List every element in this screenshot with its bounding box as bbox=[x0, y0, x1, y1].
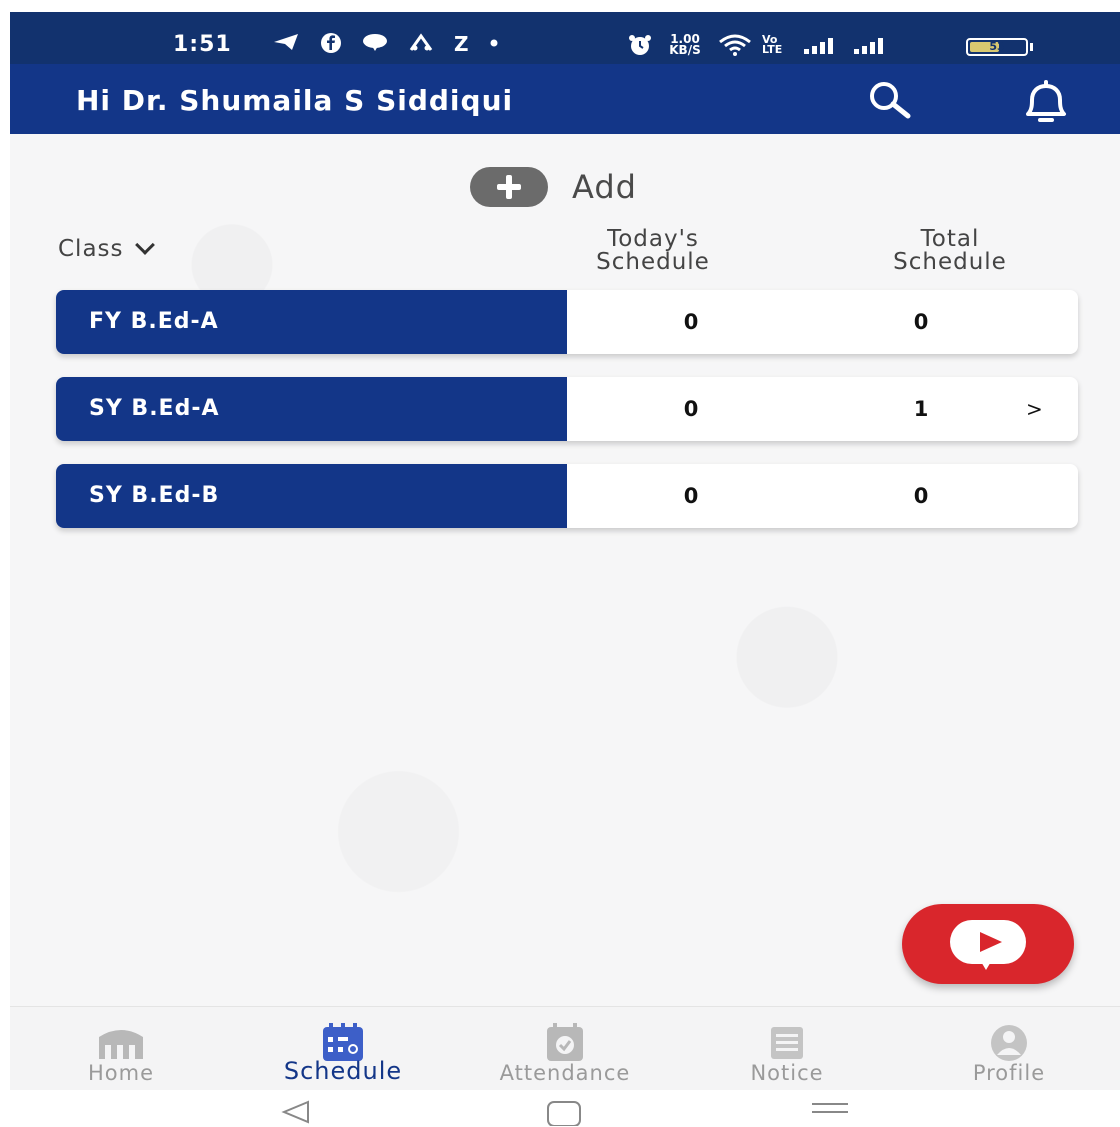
telegram-icon bbox=[274, 34, 298, 50]
chevron-down-icon bbox=[134, 235, 155, 255]
chevron-right-icon[interactable]: > bbox=[1026, 377, 1043, 441]
status-bar: 1:51 Z 1.00 KB/S Vo LTE 53 bbox=[10, 12, 1120, 64]
video-help-button[interactable] bbox=[902, 904, 1074, 984]
add-schedule-button[interactable]: Add bbox=[470, 167, 637, 207]
total-count: 1 bbox=[913, 397, 929, 421]
battery-nub bbox=[1030, 43, 1033, 51]
total-header-line1: Total bbox=[920, 226, 980, 252]
home-square-icon[interactable] bbox=[544, 1098, 584, 1126]
todays-count: 0 bbox=[683, 310, 699, 334]
total-schedule-header: Total Schedule bbox=[852, 228, 1048, 274]
chat-icon bbox=[363, 34, 387, 51]
attendance-icon bbox=[547, 1023, 583, 1061]
todays-count: 0 bbox=[683, 397, 699, 421]
todays-count: 0 bbox=[683, 484, 699, 508]
video-play-icon bbox=[950, 920, 1026, 964]
class-row[interactable]: FY B.Ed-A 0 0 bbox=[56, 290, 1078, 354]
nav-profile[interactable]: Profile bbox=[898, 1007, 1120, 1091]
nav-label: Schedule bbox=[283, 1057, 403, 1085]
todays-header-line2: Schedule bbox=[596, 249, 710, 275]
system-status-icons: 1.00 KB/S Vo LTE bbox=[628, 33, 892, 57]
speed-unit: KB/S bbox=[669, 43, 701, 57]
class-row[interactable]: SY B.Ed-B 0 0 bbox=[56, 464, 1078, 528]
search-button[interactable] bbox=[860, 78, 924, 122]
total-header-line2: Schedule bbox=[893, 249, 1007, 275]
class-name: SY B.Ed-B bbox=[56, 464, 567, 528]
nav-attendance[interactable]: Attendance bbox=[454, 1007, 676, 1091]
bubble-tail bbox=[980, 960, 992, 970]
todays-header-line1: Today's bbox=[607, 226, 699, 252]
class-filter-label: Class bbox=[58, 236, 124, 262]
home-icon bbox=[99, 1030, 143, 1059]
plus-circle-icon bbox=[470, 167, 548, 207]
recents-icon[interactable] bbox=[810, 1098, 850, 1126]
wifi-icon bbox=[719, 34, 751, 56]
alarm-icon bbox=[629, 35, 651, 55]
phone-screen: 1:51 Z 1.00 KB/S Vo LTE 53 Hi Dr. Shumai… bbox=[10, 12, 1120, 1127]
nav-label: Home bbox=[87, 1061, 154, 1085]
bell-icon bbox=[1026, 80, 1066, 122]
notification-button[interactable] bbox=[1014, 78, 1078, 126]
class-row[interactable]: SY B.Ed-A 0 1 > bbox=[56, 377, 1078, 441]
network-speed: 1.00 KB/S bbox=[662, 33, 708, 57]
notice-icon bbox=[771, 1027, 803, 1059]
nav-home[interactable]: Home bbox=[10, 1007, 232, 1091]
app-icon bbox=[409, 33, 433, 51]
total-count: 0 bbox=[913, 484, 929, 508]
back-icon[interactable] bbox=[278, 1098, 314, 1126]
profile-icon bbox=[991, 1025, 1027, 1061]
calendar-icon bbox=[323, 1023, 363, 1061]
z-icon: Z bbox=[454, 32, 469, 56]
nav-label: Attendance bbox=[499, 1061, 631, 1085]
nav-schedule[interactable]: Schedule bbox=[232, 1007, 454, 1091]
system-navigation-bar bbox=[10, 1090, 1120, 1127]
dot-icon bbox=[490, 39, 498, 47]
battery-icon: 53 bbox=[966, 38, 1028, 56]
notification-icons: Z bbox=[272, 32, 499, 56]
todays-schedule-header: Today's Schedule bbox=[558, 228, 748, 274]
nav-label: Profile bbox=[972, 1061, 1046, 1085]
total-count: 0 bbox=[913, 310, 929, 334]
nav-notice[interactable]: Notice bbox=[676, 1007, 898, 1091]
battery-level: 53 bbox=[989, 40, 1005, 53]
nav-label: Notice bbox=[750, 1061, 824, 1085]
signal-icon-2 bbox=[854, 38, 883, 54]
volte-badge: Vo LTE bbox=[762, 33, 783, 56]
greeting-title: Hi Dr. Shumaila S Siddiqui bbox=[76, 84, 514, 117]
app-header: Hi Dr. Shumaila S Siddiqui bbox=[10, 64, 1120, 134]
signal-icon-1 bbox=[804, 38, 833, 54]
bottom-navigation: Home Schedule Attendance Notice Profile bbox=[10, 1006, 1120, 1090]
class-filter-dropdown[interactable]: Class bbox=[58, 235, 155, 262]
status-time: 1:51 bbox=[173, 32, 232, 57]
facebook-icon bbox=[321, 33, 341, 53]
add-label: Add bbox=[572, 168, 637, 206]
class-name: FY B.Ed-A bbox=[56, 290, 567, 354]
search-icon bbox=[870, 82, 911, 119]
class-name: SY B.Ed-A bbox=[56, 377, 567, 441]
